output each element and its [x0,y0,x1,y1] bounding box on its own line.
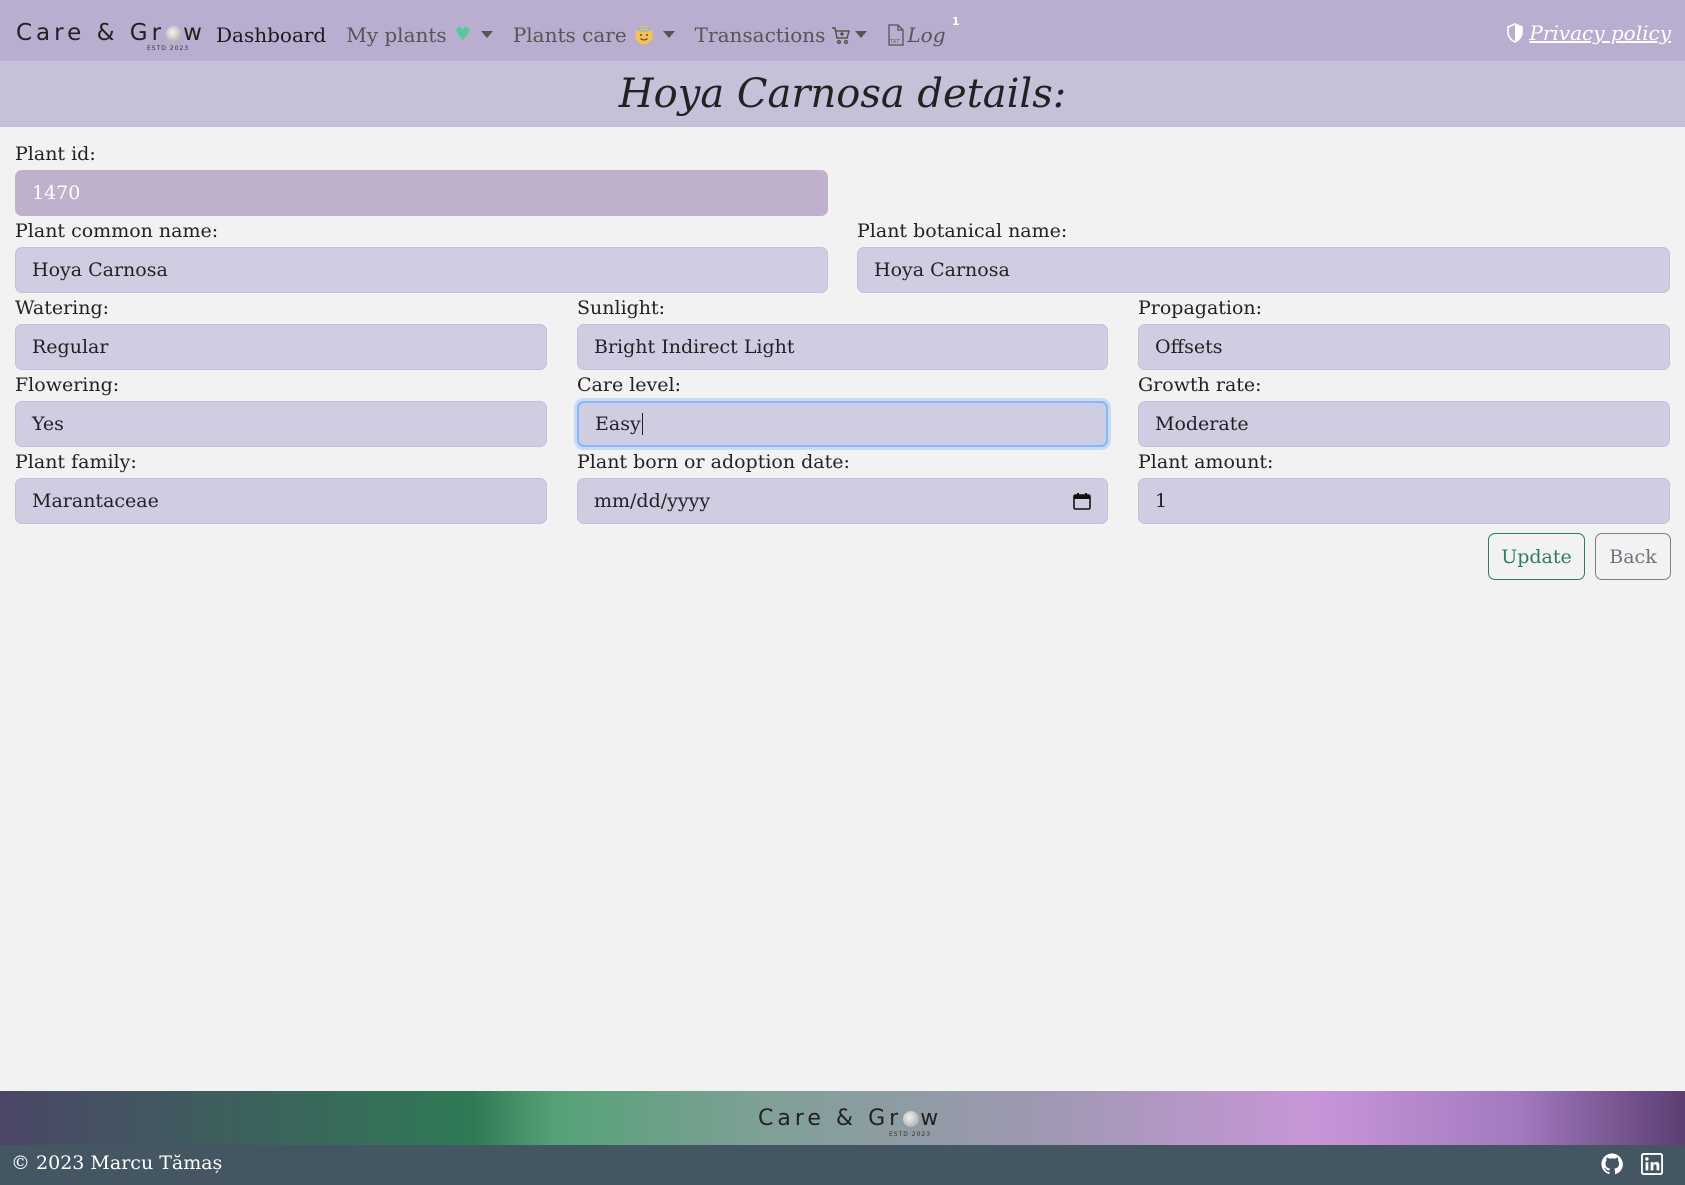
nav-items: Dashboard My plants ♥ Plants care Transa… [216,0,966,69]
botanical-name-field: Plant botanical name: Hoya Carnosa [857,219,1670,293]
family-value: Marantaceae [32,490,159,512]
nav-transactions-label: Transactions [694,22,826,47]
nav-transactions-dropdown[interactable]: Transactions [695,23,868,47]
adoption-date-placeholder: mm/dd/yyyy [594,490,711,512]
globe-icon [166,26,183,42]
nav-plants-care-dropdown[interactable]: Plants care [513,23,675,47]
privacy-policy-label: Privacy policy [1529,21,1671,45]
copyright: © 2023 Marcu Tămaș [11,1152,223,1174]
amount-input[interactable]: 1 [1138,478,1670,524]
common-name-value: Hoya Carnosa [32,259,168,281]
nav-log[interactable]: TXT Log 1 [887,15,960,47]
propagation-value: Offsets [1155,336,1223,358]
growth-rate-label: Growth rate: [1138,374,1262,396]
update-button[interactable]: Update [1488,533,1585,580]
svg-text:TXT: TXT [890,39,900,45]
nav-my-plants-label: My plants [346,22,447,47]
propagation-label: Propagation: [1138,297,1263,319]
page-header: Hoya Carnosa details: [0,61,1685,127]
nav-dashboard-label: Dashboard [216,22,327,47]
txt-file-icon: TXT [887,23,905,46]
sunlight-value: Bright Indirect Light [594,336,795,358]
flowering-value: Yes [32,413,64,435]
amount-value: 1 [1155,490,1168,512]
cart-icon [831,25,851,45]
privacy-policy-link[interactable]: Privacy policy [1507,21,1671,45]
botanical-name-value: Hoya Carnosa [874,259,1010,281]
chevron-down-icon [855,31,868,38]
nav-my-plants-dropdown[interactable]: My plants ♥ [346,23,493,47]
footer-brand-band: Care & Gr w ESTD 2023 [0,1091,1685,1145]
growth-rate-value: Moderate [1155,413,1249,435]
common-name-field: Plant common name: Hoya Carnosa [15,219,828,293]
footer-bottom-bar: © 2023 Marcu Tămaș [0,1145,1685,1185]
chevron-down-icon [480,31,493,38]
common-name-label: Plant common name: [15,220,219,242]
text-cursor [641,413,643,435]
smiling-face-icon [634,25,653,44]
back-button[interactable]: Back [1595,533,1671,580]
botanical-name-input[interactable]: Hoya Carnosa [857,247,1670,293]
nav-log-label: Log [907,22,946,47]
chevron-down-icon [662,31,675,38]
brand-logo[interactable]: Care & Gr w ESTD 2023 [16,14,202,56]
globe-icon [903,1111,920,1127]
watering-label: Watering: [15,297,110,319]
plant-id-input: 1470 [15,170,828,216]
nav-plants-care-label: Plants care [512,22,627,47]
footer-brand-estd: ESTD 2023 [889,1131,932,1138]
family-label: Plant family: [15,451,137,473]
sunlight-label: Sunlight: [577,297,666,319]
amount-field: Plant amount: 1 [1138,450,1670,524]
growth-rate-input[interactable]: Moderate [1138,401,1670,447]
care-level-value: Easy [595,413,641,435]
common-name-input[interactable]: Hoya Carnosa [15,247,828,293]
linkedin-icon[interactable] [1641,1153,1663,1175]
adoption-date-input[interactable]: mm/dd/yyyy [577,478,1108,524]
family-field: Plant family: Marantaceae [15,450,547,524]
navbar: Care & Gr w ESTD 2023 Dashboard My plants… [0,0,1685,69]
brand-estd: ESTD 2023 [147,45,190,52]
adoption-date-field: Plant born or adoption date: mm/dd/yyyy [577,450,1108,524]
github-icon[interactable] [1601,1153,1623,1175]
page-title: Hoya Carnosa details: [618,71,1067,117]
amount-label: Plant amount: [1138,451,1274,473]
footer-brand-logo: Care & Gr w ESTD 2023 [758,1100,938,1140]
plant-id-label: Plant id: [15,143,96,165]
footer-brand-text: Care & Gr w [758,1106,943,1131]
flowering-field: Flowering: Yes [15,373,547,447]
log-badge: 1 [951,14,960,28]
family-input[interactable]: Marantaceae [15,478,547,524]
nav-dashboard[interactable]: Dashboard [216,23,326,47]
flowering-label: Flowering: [15,374,120,396]
adoption-date-label: Plant born or adoption date: [577,451,850,473]
plant-id-field: Plant id: 1470 [15,142,828,216]
sunlight-input[interactable]: Bright Indirect Light [577,324,1108,370]
care-level-field: Care level: Easy [577,373,1108,447]
botanical-name-label: Plant botanical name: [857,220,1068,242]
care-level-input[interactable]: Easy [577,401,1108,447]
shield-icon [1507,23,1524,43]
sunlight-field: Sunlight: Bright Indirect Light [577,296,1108,370]
watering-value: Regular [32,336,109,358]
brand-text: Care & Gr w [16,20,206,46]
footer-social-links [1583,1153,1663,1175]
watering-field: Watering: Regular [15,296,547,370]
watering-input[interactable]: Regular [15,324,547,370]
growth-rate-field: Growth rate: Moderate [1138,373,1670,447]
green-heart-icon: ♥ [454,24,471,45]
calendar-icon[interactable] [1073,492,1091,510]
flowering-input[interactable]: Yes [15,401,547,447]
propagation-input[interactable]: Offsets [1138,324,1670,370]
plant-id-value: 1470 [32,182,81,204]
propagation-field: Propagation: Offsets [1138,296,1670,370]
care-level-label: Care level: [577,374,682,396]
